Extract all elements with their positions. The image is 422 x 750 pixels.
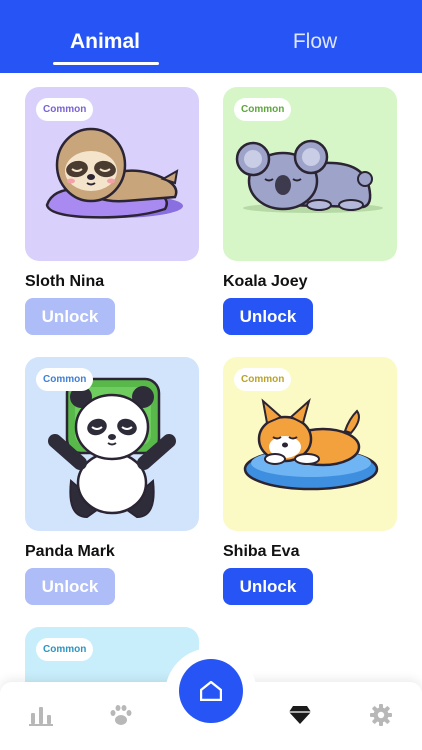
home-button[interactable] xyxy=(179,659,243,723)
animal-collection-screen: Animal Flow Common Sloth Nina Unlock Com… xyxy=(0,0,422,750)
rarity-badge: Common xyxy=(36,638,94,661)
unlock-button[interactable]: Unlock xyxy=(25,568,115,605)
paw-icon[interactable] xyxy=(108,703,134,727)
rarity-badge: Common xyxy=(234,98,292,121)
animal-name: Sloth Nina xyxy=(25,273,105,290)
animal-card-koala[interactable]: Common Koala Joey Unlock xyxy=(223,87,397,335)
diamond-icon[interactable] xyxy=(287,703,313,727)
rarity-badge: Common xyxy=(36,368,94,391)
rarity-badge: Common xyxy=(36,98,94,121)
animal-name: Shiba Eva xyxy=(223,543,300,560)
tab-flow[interactable]: Flow xyxy=(255,30,375,66)
card-image: Common xyxy=(25,357,199,531)
chart-icon[interactable] xyxy=(28,703,54,727)
animal-card-shiba[interactable]: Common Shiba Eva Unlock xyxy=(223,357,397,605)
card-image: Common xyxy=(223,87,397,261)
card-image: Common xyxy=(223,357,397,531)
gear-icon[interactable] xyxy=(368,703,394,727)
animal-name: Koala Joey xyxy=(223,273,308,290)
tab-animal[interactable]: Animal xyxy=(45,30,165,66)
active-tab-indicator xyxy=(53,62,159,65)
animal-name: Panda Mark xyxy=(25,543,115,560)
home-icon xyxy=(200,681,222,701)
top-tab-bar: Animal Flow xyxy=(0,0,422,73)
card-image: Common xyxy=(25,87,199,261)
unlock-button[interactable]: Unlock xyxy=(223,298,313,335)
unlock-button[interactable]: Unlock xyxy=(223,568,313,605)
animal-card-panda[interactable]: Common Panda Mark Unlock xyxy=(25,357,199,605)
rarity-badge: Common xyxy=(234,368,292,391)
unlock-button[interactable]: Unlock xyxy=(25,298,115,335)
animal-card-sloth[interactable]: Common Sloth Nina Unlock xyxy=(25,87,199,335)
